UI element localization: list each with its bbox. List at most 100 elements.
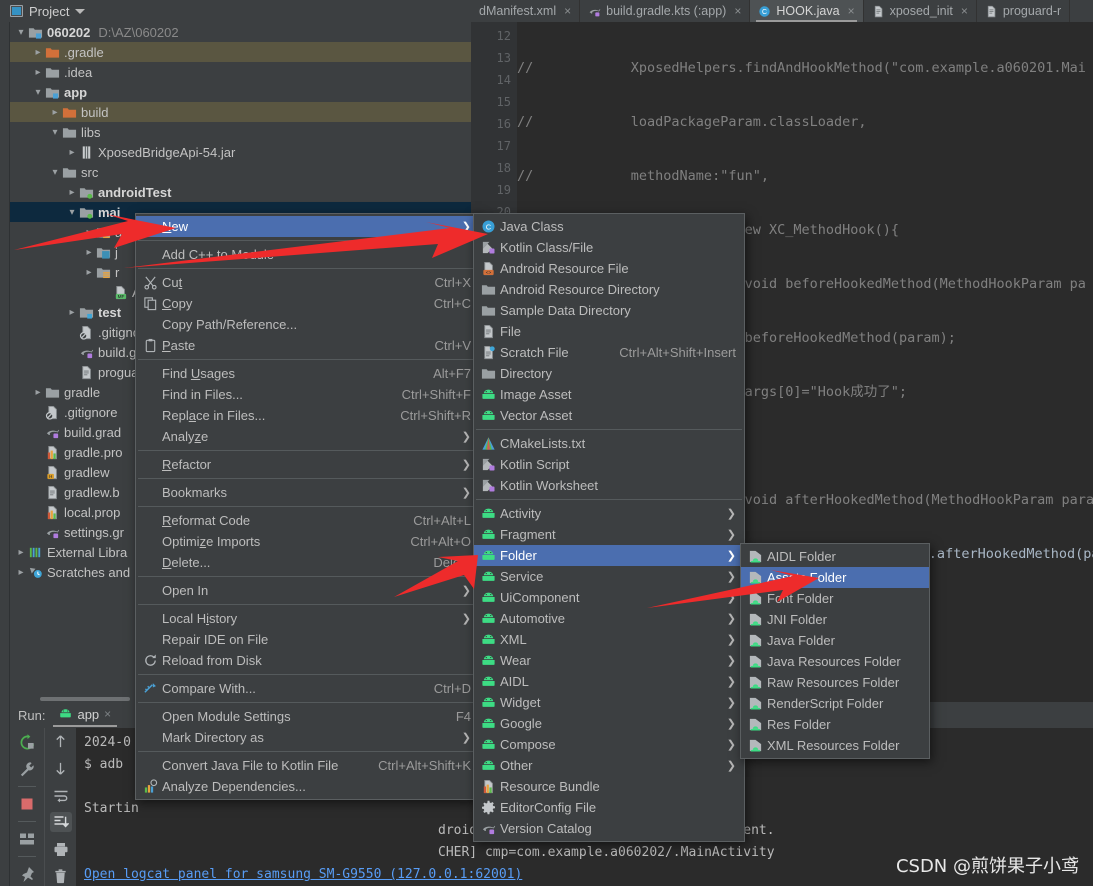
soft-wrap-icon[interactable] [50,786,72,806]
menu-item-aidl-folder[interactable]: AIDL Folder [741,546,929,567]
menu-item-sample-data-directory[interactable]: Sample Data Directory [474,300,744,321]
chevron-right-icon[interactable]: ▸ [31,382,45,402]
chevron-right-icon[interactable]: ▸ [65,182,79,202]
tree-row[interactable]: ▾ 060202 D:\AZ\060202 [10,22,471,42]
tree-row[interactable]: ▾ src [10,162,471,182]
menu-item-kotlin-class-file[interactable]: Kotlin Class/File [474,237,744,258]
menu-item-add-c-to-module[interactable]: Add C++ to Module [136,244,479,265]
menu-item-bookmarks[interactable]: Bookmarks ❯ [136,482,479,503]
menu-item-kotlin-worksheet[interactable]: Kotlin Worksheet [474,475,744,496]
chevron-right-icon[interactable]: ▸ [65,302,79,322]
chevron-right-icon[interactable]: ▸ [65,142,79,162]
menu-item-convert-java-file-to-kotlin-file[interactable]: Convert Java File to Kotlin File Ctrl+Alt… [136,755,479,776]
menu-item-raw-resources-folder[interactable]: Raw Resources Folder [741,672,929,693]
menu-item-xml-resources-folder[interactable]: XML Resources Folder [741,735,929,756]
menu-item-res-folder[interactable]: Res Folder [741,714,929,735]
menu-item-scratch-file[interactable]: Scratch File Ctrl+Alt+Shift+Insert [474,342,744,363]
menu-item-vector-asset[interactable]: Vector Asset [474,405,744,426]
menu-item-activity[interactable]: Activity ❯ [474,503,744,524]
chevron-right-icon[interactable]: ▸ [82,242,96,262]
left-tool-strip[interactable] [0,22,10,886]
tree-horizontal-scrollbar[interactable] [40,697,130,701]
new-submenu[interactable]: C Java Class Kotlin Class/File <> Android Re… [473,213,745,842]
menu-item-renderscript-folder[interactable]: RenderScript Folder [741,693,929,714]
chevron-right-icon[interactable]: ▸ [14,542,28,562]
menu-item-file[interactable]: File [474,321,744,342]
up-arrow-icon[interactable] [50,732,72,752]
run-tab-app[interactable]: app × [53,703,118,727]
menu-item-fragment[interactable]: Fragment ❯ [474,524,744,545]
folder-submenu[interactable]: AIDL Folder Assets Folder Font Folder JNI F… [740,543,930,759]
print-icon[interactable] [50,839,72,859]
menu-item-refactor[interactable]: Refactor ❯ [136,454,479,475]
menu-item-editorconfig-file[interactable]: EditorConfig File [474,797,744,818]
menu-item-copy[interactable]: Copy Ctrl+C [136,293,479,314]
tree-row[interactable]: ▸ androidTest [10,182,471,202]
chevron-down-icon[interactable]: ▾ [31,82,45,102]
menu-item-font-folder[interactable]: Font Folder [741,588,929,609]
menu-item-repair-ide-on-file[interactable]: Repair IDE on File [136,629,479,650]
menu-item-java-class[interactable]: C Java Class [474,216,744,237]
tree-row[interactable]: ▸ build [10,102,471,122]
tree-row[interactable]: ▾ libs [10,122,471,142]
chevron-right-icon[interactable]: ▸ [31,62,45,82]
menu-item-reload-from-disk[interactable]: Reload from Disk [136,650,479,671]
menu-item-find-usages[interactable]: Find Usages Alt+F7 [136,363,479,384]
menu-item-delete[interactable]: Delete... Delete [136,552,479,573]
menu-item-directory[interactable]: Directory [474,363,744,384]
menu-item-mark-directory-as[interactable]: Mark Directory as ❯ [136,727,479,748]
menu-item-resource-bundle[interactable]: Resource Bundle [474,776,744,797]
trash-icon[interactable] [50,866,72,886]
wrench-icon[interactable] [16,759,38,779]
menu-item-copy-path-reference[interactable]: Copy Path/Reference... [136,314,479,335]
pin-icon[interactable] [16,864,38,884]
menu-item-analyze-dependencies[interactable]: Analyze Dependencies... [136,776,479,797]
menu-item-xml[interactable]: XML ❯ [474,629,744,650]
menu-item-compare-with[interactable]: Compare With... Ctrl+D [136,678,479,699]
menu-item-android-resource-file[interactable]: <> Android Resource File [474,258,744,279]
menu-item-paste[interactable]: Paste Ctrl+V [136,335,479,356]
menu-item-new[interactable]: New ❯ [136,216,479,237]
close-icon[interactable]: × [734,4,741,18]
chevron-right-icon[interactable]: ▸ [14,562,28,582]
menu-item-find-in-files[interactable]: Find in Files... Ctrl+Shift+F [136,384,479,405]
menu-item-java-resources-folder[interactable]: Java Resources Folder [741,651,929,672]
menu-item-android-resource-directory[interactable]: Android Resource Directory [474,279,744,300]
menu-item-open-in[interactable]: Open In ❯ [136,580,479,601]
menu-item-folder[interactable]: Folder ❯ [474,545,744,566]
logcat-panel-link[interactable]: Open logcat panel for samsung SM-G9550 (… [84,867,522,882]
tree-row[interactable]: ▸ .gradle [10,42,471,62]
editor-tab-manifest[interactable]: dManifest.xml × [471,0,581,22]
menu-item-other[interactable]: Other ❯ [474,755,744,776]
project-tool-window-button[interactable]: Project [0,0,93,22]
menu-item-widget[interactable]: Widget ❯ [474,692,744,713]
stop-icon[interactable] [16,794,38,814]
menu-item-replace-in-files[interactable]: Replace in Files... Ctrl+Shift+R [136,405,479,426]
menu-item-service[interactable]: Service ❯ [474,566,744,587]
close-icon[interactable]: × [961,4,968,18]
chevron-right-icon[interactable]: ▸ [82,262,96,282]
menu-item-compose[interactable]: Compose ❯ [474,734,744,755]
close-icon[interactable]: × [848,4,855,18]
menu-item-version-catalog[interactable]: Version Catalog [474,818,744,839]
menu-item-image-asset[interactable]: Image Asset [474,384,744,405]
editor-tab-proguard[interactable]: proguard-r [977,0,1071,22]
chevron-right-icon[interactable]: ▸ [82,222,96,242]
menu-item-assets-folder[interactable]: Assets Folder [741,567,929,588]
menu-item-uicomponent[interactable]: UiComponent ❯ [474,587,744,608]
menu-item-wear[interactable]: Wear ❯ [474,650,744,671]
chevron-down-icon[interactable]: ▾ [65,202,79,222]
chevron-down-icon[interactable] [75,8,86,14]
context-menu[interactable]: New ❯ Add C++ to Module Cut Ctrl+X Copy Ctrl+C… [135,213,480,800]
menu-item-java-folder[interactable]: Java Folder [741,630,929,651]
chevron-right-icon[interactable]: ▸ [31,42,45,62]
menu-item-optimize-imports[interactable]: Optimize Imports Ctrl+Alt+O [136,531,479,552]
close-icon[interactable]: × [104,707,111,721]
layout-icon[interactable] [16,829,38,849]
tree-row[interactable]: ▸ XposedBridgeApi-54.jar [10,142,471,162]
rerun-icon[interactable] [16,732,38,752]
menu-item-cmakelists-txt[interactable]: CMakeLists.txt [474,433,744,454]
tree-row[interactable]: ▾ app [10,82,471,102]
editor-tab-gradle[interactable]: build.gradle.kts (:app) × [580,0,751,22]
down-arrow-icon[interactable] [50,759,72,779]
